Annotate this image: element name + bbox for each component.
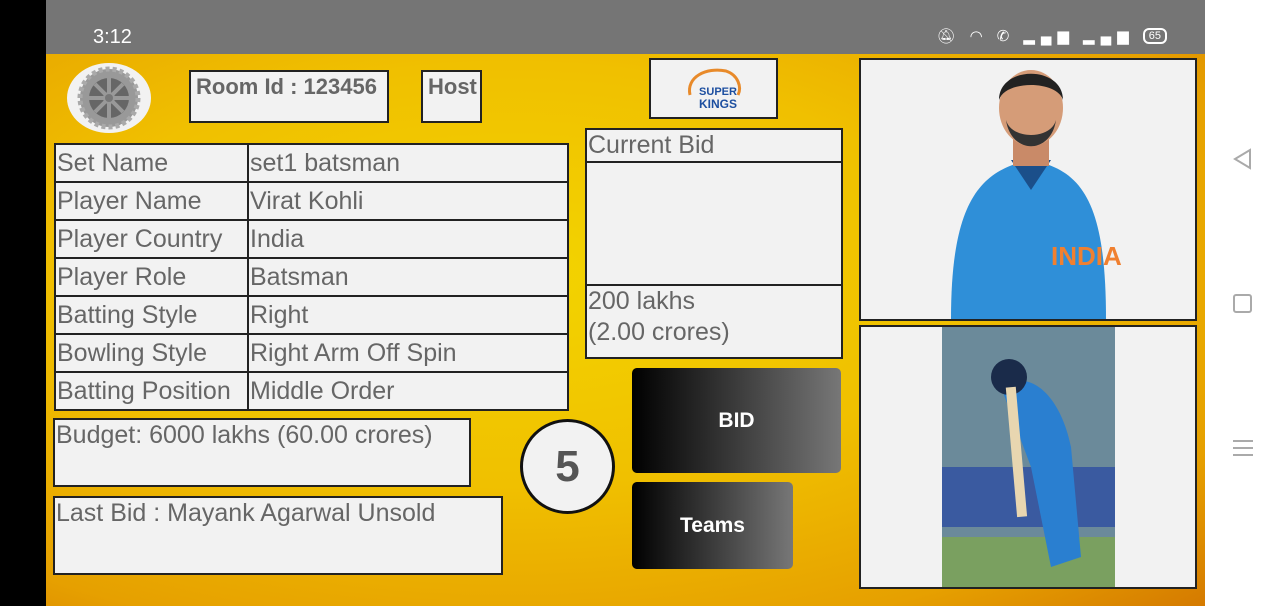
row-label: Player Name: [54, 181, 249, 221]
battery-icon: 65: [1142, 28, 1167, 44]
menu-icon[interactable]: [1233, 438, 1253, 458]
bell-off-icon: 🔕︎: [936, 28, 962, 45]
signal-icon: ▂▄▆: [1083, 28, 1135, 45]
current-bid-panel: Current Bid 200 lakhs (2.00 crores): [585, 128, 843, 359]
player-action-image: [861, 327, 1195, 587]
row-label: Player Country: [54, 219, 249, 259]
wifi-icon: ◠: [969, 28, 989, 45]
current-bidder: [587, 163, 841, 286]
budget-box: Budget: 6000 lakhs (60.00 crores): [53, 418, 471, 487]
table-row: Player Name Virat Kohli: [54, 181, 569, 221]
clock: 3:12: [93, 26, 132, 48]
row-label: Set Name: [54, 143, 249, 183]
table-row: Set Name set1 batsman: [54, 143, 569, 183]
row-label: Bowling Style: [54, 333, 249, 373]
settings-gear-icon[interactable]: [66, 62, 152, 134]
row-value: Batsman: [247, 257, 569, 297]
bid-button[interactable]: BID: [632, 368, 841, 473]
row-value: Right: [247, 295, 569, 335]
csk-lion-logo-icon: SUPER KINGS: [687, 68, 741, 111]
row-value: Right Arm Off Spin: [247, 333, 569, 373]
countdown-timer: 5: [520, 419, 615, 514]
last-bid-box: Last Bid : Mayank Agarwal Unsold: [53, 496, 503, 575]
table-row: Batting Position Middle Order: [54, 371, 569, 411]
signal-icon: ▂▄▆: [1023, 28, 1076, 45]
svg-text:INDIA: INDIA: [1051, 241, 1122, 271]
navigation-bar: [1205, 0, 1280, 606]
svg-text:KINGS: KINGS: [698, 97, 736, 111]
teams-button[interactable]: Teams: [632, 482, 793, 569]
status-icons: 🔕︎ ◠ ✆ ▂▄▆ ▂▄▆ 65: [937, 27, 1167, 45]
row-value: Virat Kohli: [247, 181, 569, 221]
back-icon[interactable]: [1232, 148, 1254, 170]
current-bid-label: Current Bid: [587, 130, 841, 163]
left-edge: [0, 0, 46, 606]
row-value: India: [247, 219, 569, 259]
row-label: Batting Position: [54, 371, 249, 411]
current-bid-crores: (2.00 crores): [588, 318, 730, 346]
player-portrait: INDIA: [859, 58, 1197, 321]
room-id-label: Room Id : 123456: [189, 70, 389, 123]
wifi-calling-icon: ✆: [996, 28, 1016, 45]
row-value: set1 batsman: [247, 143, 569, 183]
row-label: Player Role: [54, 257, 249, 297]
player-portrait-image: INDIA: [861, 60, 1195, 319]
player-info-table: Set Name set1 batsman Player Name Virat Ko…: [54, 143, 569, 411]
current-bid-lakhs: 200 lakhs: [588, 287, 696, 315]
table-row: Bowling Style Right Arm Off Spin: [54, 333, 569, 373]
table-row: Player Role Batsman: [54, 257, 569, 297]
row-value: Middle Order: [247, 371, 569, 411]
player-action-photo: [859, 325, 1197, 589]
team-logo: SUPER KINGS: [649, 58, 778, 119]
home-icon[interactable]: [1233, 294, 1252, 313]
host-label: Host: [421, 70, 482, 123]
table-row: Batting Style Right: [54, 295, 569, 335]
row-label: Batting Style: [54, 295, 249, 335]
table-row: Player Country India: [54, 219, 569, 259]
status-bar: 3:12 🔕︎ ◠ ✆ ▂▄▆ ▂▄▆ 65: [46, 0, 1205, 54]
